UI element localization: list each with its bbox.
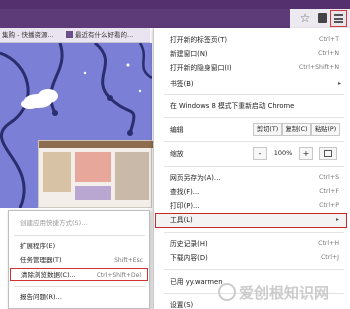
extensions-item[interactable]: 扩展程序(E) xyxy=(9,240,149,253)
extension-icon[interactable] xyxy=(316,11,329,25)
menu-item-label: 打印(P)... xyxy=(170,202,200,210)
relaunch-windows8-item[interactable]: 在 Windows 8 模式下重新启动 Chrome xyxy=(154,99,349,113)
menu-item-label: 清除浏览数据(C)... xyxy=(21,271,76,279)
divider xyxy=(164,141,344,142)
fullscreen-button[interactable] xyxy=(319,147,337,160)
star-icon[interactable]: ☆ xyxy=(298,11,312,25)
menu-item-label: 设置(S) xyxy=(170,301,194,309)
bookmark-item[interactable]: 最近有什么好看的... xyxy=(66,30,150,41)
hamburger-line xyxy=(334,21,343,23)
submenu-arrow-icon: ▸ xyxy=(335,216,339,223)
tools-submenu: 创建应用快捷方式(S)... 扩展程序(E) 任务管理器(T) Shift+Es… xyxy=(8,210,150,309)
hamburger-line xyxy=(334,17,343,20)
thumb-block xyxy=(75,152,111,182)
create-shortcut-item[interactable]: 创建应用快捷方式(S)... xyxy=(9,217,149,230)
thumb-block xyxy=(75,186,111,200)
thumb-block xyxy=(43,152,71,192)
new-window-item[interactable]: 新建窗口(N) Ctrl+N xyxy=(154,47,349,61)
most-visited-thumbnail[interactable] xyxy=(38,140,153,208)
divider xyxy=(164,117,344,118)
history-item[interactable]: 历史记录(H) Ctrl+H xyxy=(154,237,349,251)
report-issue-item[interactable]: 报告问题(R)... xyxy=(9,291,149,304)
menu-item-label: 已用 yy.warmen xyxy=(170,278,223,286)
menu-item-label: 在 Windows 8 模式下重新启动 Chrome xyxy=(170,102,295,110)
zoom-out-button[interactable]: - xyxy=(253,147,267,160)
shortcut-text: Ctrl+T xyxy=(319,36,339,43)
bookmark-favicon xyxy=(66,31,73,38)
divider xyxy=(164,94,344,95)
site-watermark: 爱创根知识网 xyxy=(218,280,350,306)
task-manager-item[interactable]: 任务管理器(T) Shift+Esc xyxy=(9,254,149,267)
menu-item-label: 工具(L) xyxy=(170,216,193,224)
new-incognito-item[interactable]: 打开新的隐身窗口(I) Ctrl+Shift+N xyxy=(154,61,349,75)
menu-item-label: 下载内容(D) xyxy=(170,254,208,262)
divider xyxy=(14,286,145,287)
clear-browsing-data-item[interactable]: 清除浏览数据(C)... Ctrl+Shift+Del xyxy=(10,268,148,281)
divider xyxy=(164,269,344,270)
shortcut-text: Ctrl+H xyxy=(318,240,339,247)
bookmark-item[interactable]: 集购 - 快播资源... xyxy=(2,30,62,41)
shortcut-text: Ctrl+J xyxy=(320,254,339,261)
watermark-logo-icon xyxy=(218,283,236,301)
menu-item-label: 任务管理器(T) xyxy=(20,256,62,264)
menu-item-label: 报告问题(R)... xyxy=(20,293,62,301)
shortcut-text: Ctrl+Shift+Del xyxy=(96,272,141,279)
hamburger-line xyxy=(334,14,343,16)
submenu-arrow-icon: ▸ xyxy=(337,80,341,87)
menu-item-label: 查找(F)... xyxy=(170,188,200,196)
downloads-item[interactable]: 下载内容(D) Ctrl+J xyxy=(154,251,349,265)
zoom-row: 缩放 - 100% + xyxy=(154,146,349,162)
title-strip xyxy=(0,0,350,9)
tools-item[interactable]: 工具(L) ▸ xyxy=(155,213,347,227)
bookmarks-item[interactable]: 书签(B) ▸ xyxy=(154,77,349,91)
menu-item-label: 创建应用快捷方式(S)... xyxy=(20,219,88,227)
chrome-main-menu: 打开新的标签页(T) Ctrl+T 新建窗口(N) Ctrl+N 打开新的隐身窗… xyxy=(153,28,350,309)
divider xyxy=(164,166,344,167)
chrome-menu-button[interactable] xyxy=(330,10,347,27)
menu-item-label: 打开新的标签页(T) xyxy=(170,36,228,44)
menu-item-label: 网页另存为(A)... xyxy=(170,174,221,182)
menu-item-label: 扩展程序(E) xyxy=(20,242,56,250)
fullscreen-icon xyxy=(324,150,332,157)
menu-item-label: 历史记录(H) xyxy=(170,240,208,248)
shortcut-text: Ctrl+N xyxy=(318,50,339,57)
tools-item-highlight[interactable]: 工具(L) ▸ xyxy=(155,213,347,228)
shortcut-text: Ctrl+Shift+N xyxy=(298,64,339,71)
divider xyxy=(164,232,344,233)
bookmark-label: 最近有什么好看的... xyxy=(75,31,134,39)
edit-label: 编辑 xyxy=(170,126,184,134)
copy-button[interactable]: 复制(C) xyxy=(282,123,311,136)
watermark-text: 爱创根知识网 xyxy=(239,284,330,302)
shortcut-text: Ctrl+F xyxy=(319,188,339,195)
menu-item-label: 打开新的隐身窗口(I) xyxy=(170,64,232,72)
new-tab-item[interactable]: 打开新的标签页(T) Ctrl+T xyxy=(154,33,349,47)
thumb-block xyxy=(115,152,149,200)
zoom-label: 缩放 xyxy=(170,150,184,158)
zoom-in-button[interactable]: + xyxy=(299,147,313,160)
save-page-item[interactable]: 网页另存为(A)... Ctrl+S xyxy=(154,171,349,185)
edit-row: 编辑 剪切(T) 复制(C) 粘贴(P) xyxy=(154,122,349,138)
shortcut-text: Shift+Esc xyxy=(114,257,143,264)
bookmark-label: 集购 - 快播资源... xyxy=(2,31,54,39)
bookmarks-bar: 集购 - 快播资源... 最近有什么好看的... xyxy=(0,28,150,43)
thumb-header xyxy=(39,141,153,148)
divider xyxy=(14,235,145,236)
zoom-level: 100% xyxy=(273,149,293,157)
print-item[interactable]: 打印(P)... Ctrl+P xyxy=(154,199,349,213)
cut-button[interactable]: 剪切(T) xyxy=(253,123,282,136)
find-item[interactable]: 查找(F)... Ctrl+F xyxy=(154,185,349,199)
shortcut-text: Ctrl+P xyxy=(319,202,339,209)
paste-button[interactable]: 粘贴(P) xyxy=(311,123,340,136)
menu-item-label: 书签(B) xyxy=(170,80,194,88)
menu-item-label: 新建窗口(N) xyxy=(170,50,208,58)
shortcut-text: Ctrl+S xyxy=(318,174,339,181)
